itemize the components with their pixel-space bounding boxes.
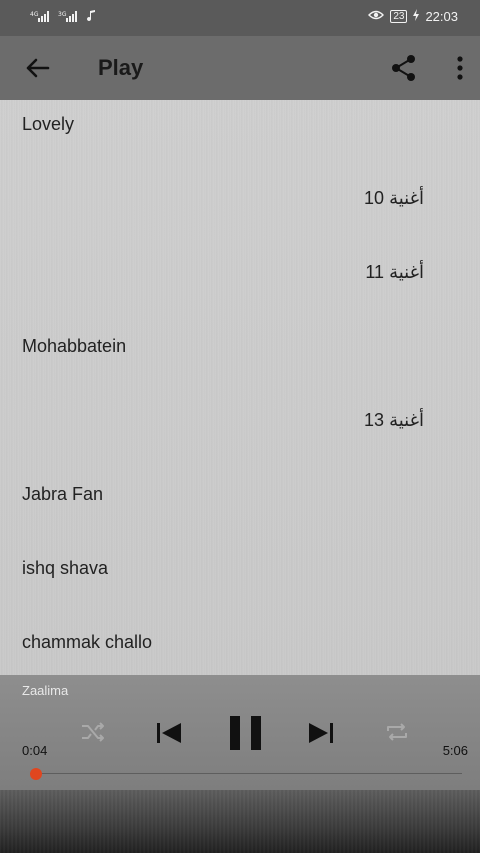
total-time: 5:06 <box>442 743 468 758</box>
track-item[interactable]: chammak challo <box>0 618 480 675</box>
current-time: 0:04 <box>22 743 48 758</box>
track-item[interactable]: Lovely <box>0 100 480 174</box>
more-options-button[interactable] <box>452 54 468 82</box>
track-item[interactable]: أغنية 13 <box>0 396 480 470</box>
music-note-icon <box>86 10 96 25</box>
background-texture <box>0 790 480 853</box>
pause-button[interactable] <box>228 715 264 751</box>
now-playing-title: Zaalima <box>22 683 69 698</box>
track-title: أغنية 10 <box>364 188 424 208</box>
repeat-button[interactable] <box>384 721 410 743</box>
skip-next-icon <box>309 723 333 743</box>
track-item[interactable]: ishq shava <box>0 544 480 618</box>
track-item[interactable]: أغنية 10 <box>0 174 480 248</box>
track-title: Jabra Fan <box>22 484 104 504</box>
share-icon <box>392 55 415 81</box>
seek-bar[interactable] <box>30 773 462 774</box>
track-title: ishq shava <box>22 558 109 578</box>
more-vert-icon <box>457 56 463 80</box>
track-title: Lovely <box>22 114 75 134</box>
player-panel: Zaalima 0:04 5:06 <box>0 675 480 790</box>
track-title: chammak challo <box>22 632 153 652</box>
status-right: 23 22:03 <box>368 9 458 24</box>
playlist: Lovely أغنية 10 أغنية 11 Mohabbatein أغن… <box>0 100 480 675</box>
track-item[interactable]: أغنية 11 <box>0 248 480 322</box>
previous-button[interactable] <box>155 721 183 745</box>
track-title: Mohabbatein <box>22 336 127 356</box>
page-title: Play <box>98 55 144 80</box>
signal-icon-2: 3G <box>58 10 80 25</box>
signal1-label: 4G <box>30 11 39 18</box>
app-bar: Play <box>0 36 480 100</box>
share-button[interactable] <box>390 54 418 82</box>
track-title: أغنية 11 <box>365 262 424 282</box>
battery-icon: 23 <box>390 10 408 23</box>
signal-icon: 4G <box>30 10 52 25</box>
track-item[interactable]: Jabra Fan <box>0 470 480 544</box>
repeat-icon <box>387 723 407 741</box>
back-button[interactable] <box>20 52 54 84</box>
clock: 22:03 <box>425 9 458 24</box>
shuffle-icon <box>82 722 104 742</box>
track-title: أغنية 13 <box>364 410 424 430</box>
track-item[interactable]: Mohabbatein <box>0 322 480 396</box>
signal2-label: 3G <box>58 11 67 18</box>
seek-thumb[interactable] <box>29 768 42 780</box>
status-bar: 4G 3G 23 22:03 <box>0 0 480 36</box>
shuffle-button[interactable] <box>80 721 106 743</box>
skip-previous-icon <box>157 723 181 743</box>
status-left: 4G 3G <box>30 10 96 25</box>
pause-icon <box>230 716 261 750</box>
back-arrow-icon <box>26 58 50 78</box>
next-button[interactable] <box>307 721 335 745</box>
eye-icon <box>368 9 385 24</box>
charging-icon <box>413 9 420 24</box>
